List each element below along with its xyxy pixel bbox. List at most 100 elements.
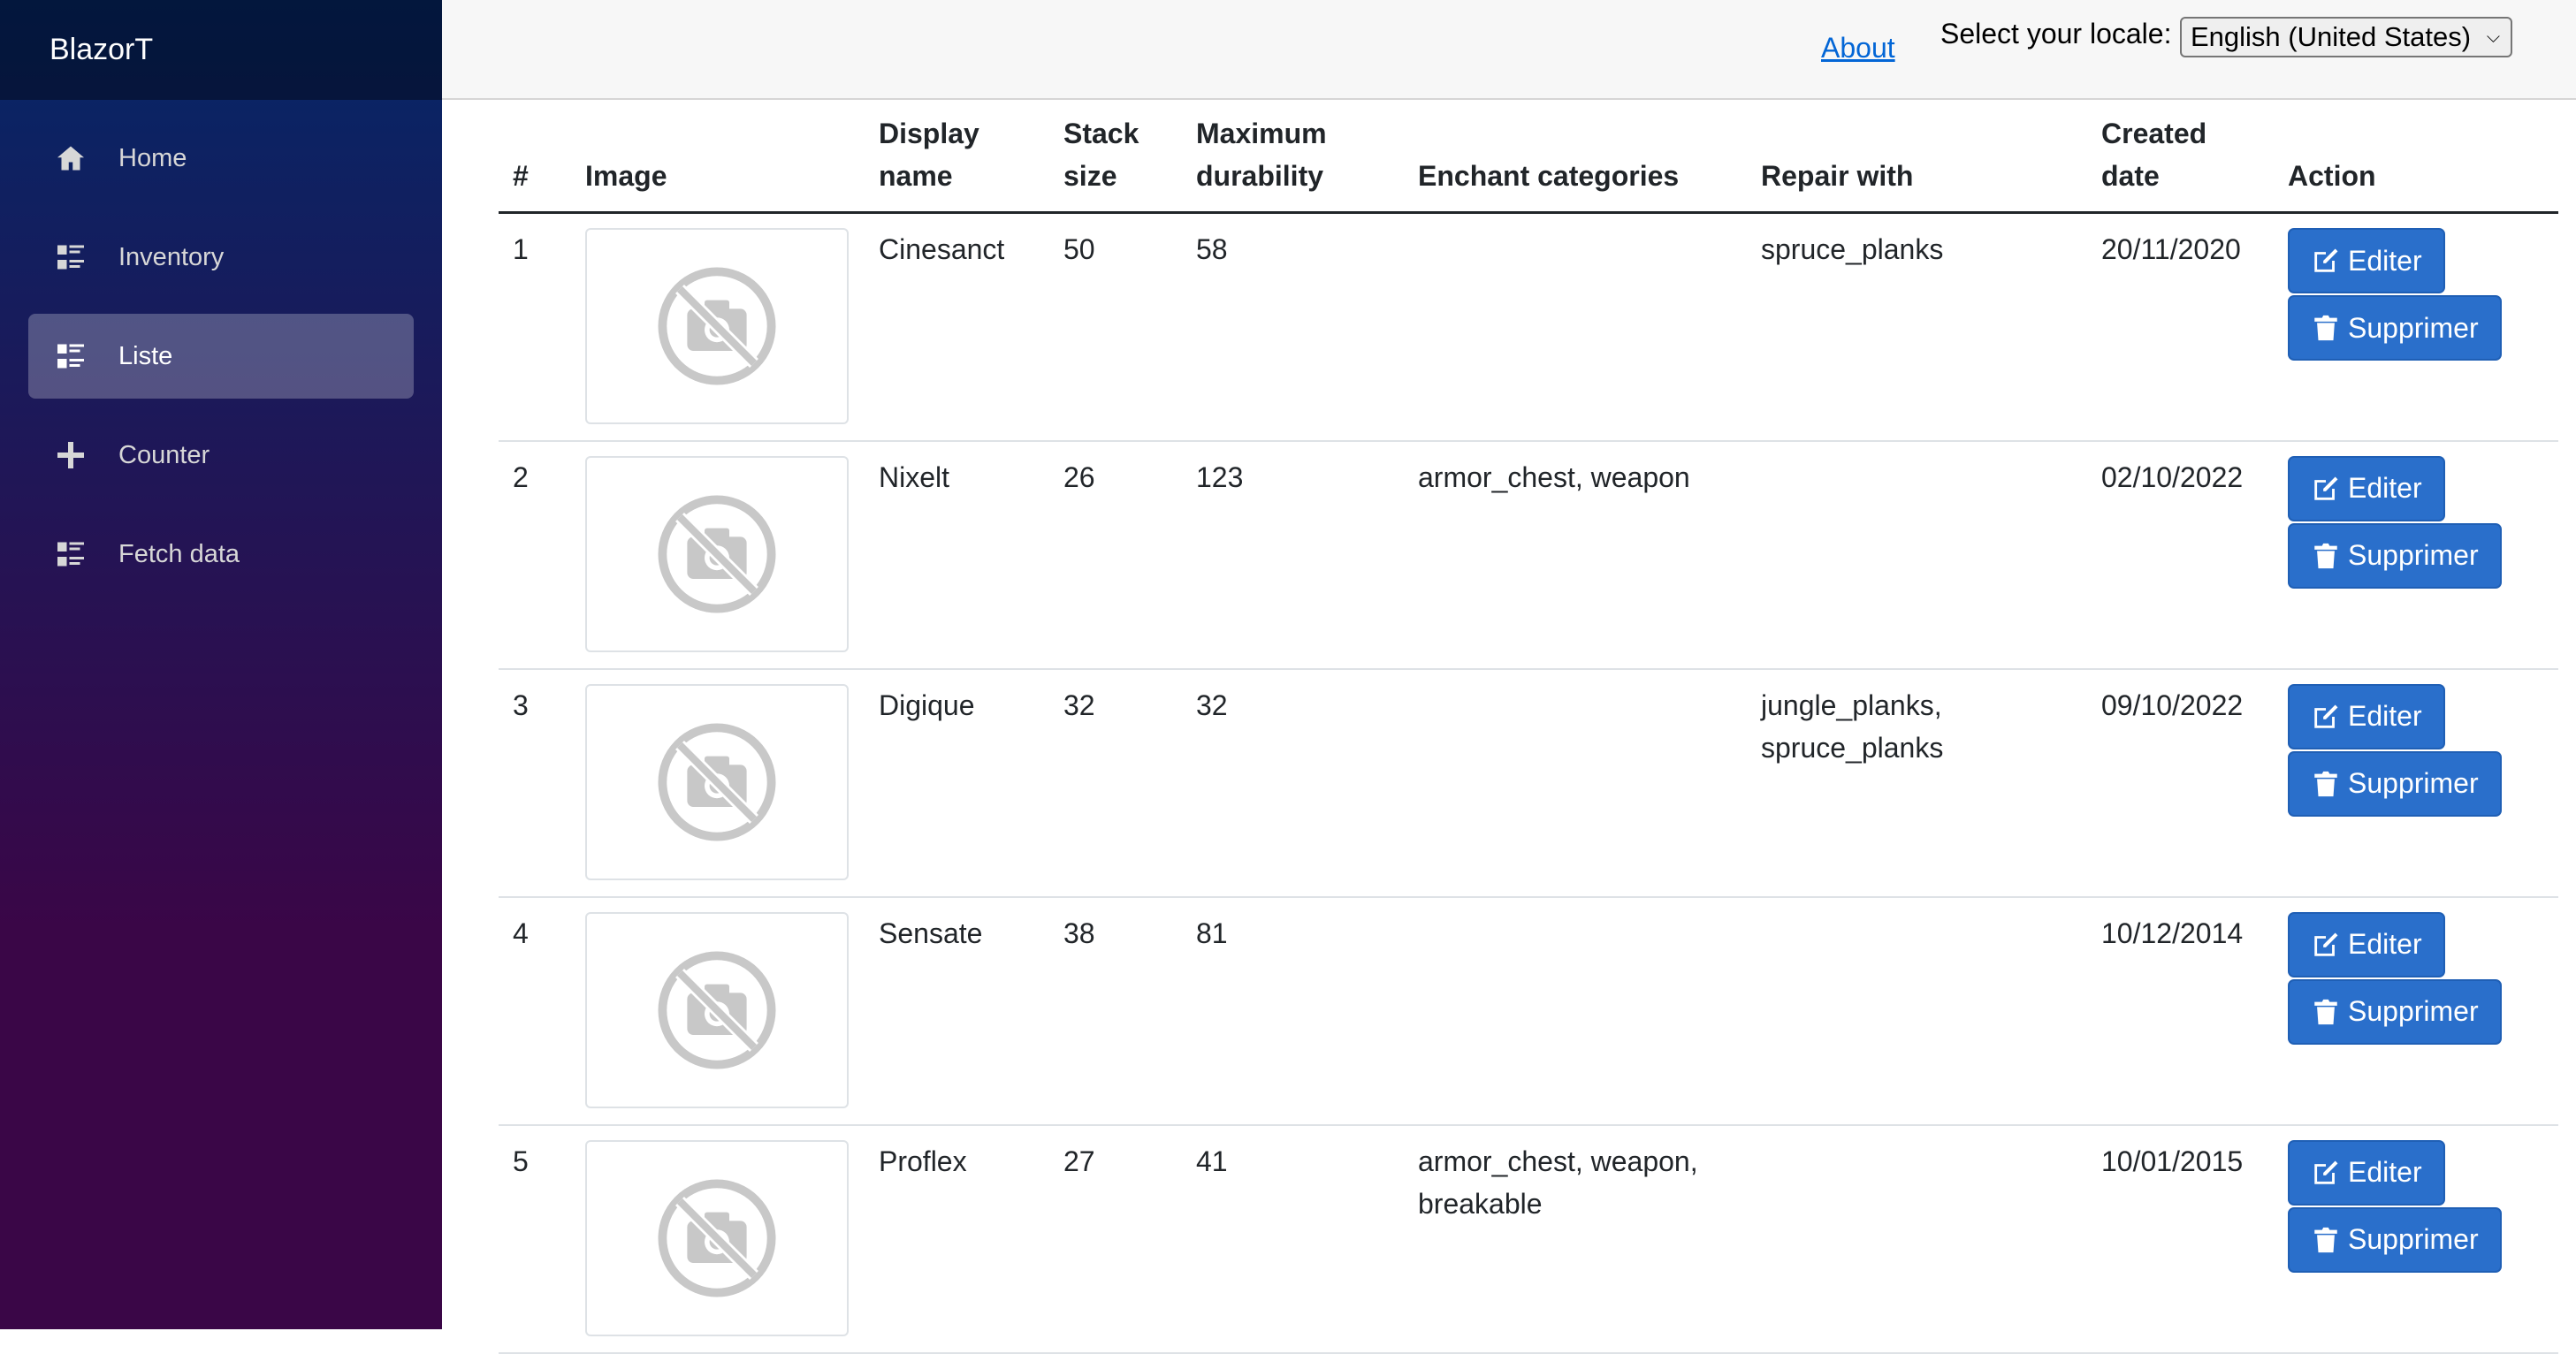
cell-image xyxy=(571,440,865,670)
trash-icon xyxy=(2314,1227,2337,1252)
cell-max-durability: 41 xyxy=(1182,1124,1404,1354)
no-photo-icon xyxy=(658,951,776,1069)
locale-select[interactable]: English (United States) ⌵ xyxy=(2180,17,2512,57)
cell-enchant-categories: armor_chest, weapon xyxy=(1404,440,1747,670)
cell-action: Editer Supprimer xyxy=(2274,1124,2558,1354)
table-row: 4 Sensate 38 81 10/12/2014 Editer Suppri… xyxy=(499,896,2558,1126)
header-action: Action xyxy=(2274,100,2558,214)
cell-created-date: 20/11/2020 xyxy=(2087,212,2274,442)
header-image: Image xyxy=(571,100,865,214)
list-rich-icon xyxy=(53,240,88,275)
trash-icon xyxy=(2314,771,2337,796)
cell-stack-size: 32 xyxy=(1049,668,1182,898)
cell-repair-with: jungle_planks, spruce_planks xyxy=(1747,668,2087,898)
image-placeholder xyxy=(585,911,849,1108)
sidebar: BlazorT Home Inventory Liste Counter Fet… xyxy=(0,0,442,1329)
cell-action: Editer Supprimer xyxy=(2274,440,2558,670)
cell-created-date: 10/12/2014 xyxy=(2087,896,2274,1126)
edit-button[interactable]: Editer xyxy=(2288,911,2445,977)
cell-enchant-categories xyxy=(1404,896,1747,1126)
cell-num: 5 xyxy=(499,1124,571,1354)
edit-button[interactable]: Editer xyxy=(2288,455,2445,521)
cell-image xyxy=(571,212,865,442)
cell-display-name: Digique xyxy=(865,668,1049,898)
sidebar-item-counter[interactable]: Counter xyxy=(28,413,414,498)
cell-image xyxy=(571,668,865,898)
edit-button[interactable]: Editer xyxy=(2288,1139,2445,1206)
sidebar-item-home[interactable]: Home xyxy=(28,116,414,201)
header-num: # xyxy=(499,100,571,214)
trash-icon xyxy=(2314,315,2337,341)
cell-stack-size: 38 xyxy=(1049,896,1182,1126)
cell-enchant-categories xyxy=(1404,212,1747,442)
locale-selected-value: English (United States) xyxy=(2191,21,2472,52)
delete-button-label: Supprimer xyxy=(2348,539,2479,571)
edit-button-label: Editer xyxy=(2348,700,2422,732)
header-max-durability: Maximum durability xyxy=(1182,100,1404,214)
cell-num: 3 xyxy=(499,668,571,898)
list-rich-icon xyxy=(53,536,88,572)
sidebar-item-fetch-data[interactable]: Fetch data xyxy=(28,512,414,597)
cell-image xyxy=(571,1124,865,1354)
delete-button-label: Supprimer xyxy=(2348,995,2479,1027)
no-photo-icon xyxy=(658,723,776,841)
cell-repair-with xyxy=(1747,440,2087,670)
sidebar-item-label: Home xyxy=(118,143,187,172)
about-link[interactable]: About xyxy=(1821,32,1895,65)
no-photo-icon xyxy=(658,1179,776,1297)
cell-max-durability: 123 xyxy=(1182,440,1404,670)
sidebar-item-label: Counter xyxy=(118,440,210,469)
edit-button-label: Editer xyxy=(2348,928,2422,960)
sidebar-item-label: Inventory xyxy=(118,242,225,271)
delete-button[interactable]: Supprimer xyxy=(2288,295,2502,361)
sidebar-item-liste[interactable]: Liste xyxy=(28,314,414,399)
cell-action: Editer Supprimer xyxy=(2274,896,2558,1126)
trash-icon xyxy=(2314,999,2337,1024)
edit-button-label: Editer xyxy=(2348,472,2422,504)
cell-display-name: Nixelt xyxy=(865,440,1049,670)
table-row: 2 Nixelt 26 123 armor_chest, weapon 02/1… xyxy=(499,440,2558,670)
cell-max-durability: 32 xyxy=(1182,668,1404,898)
edit-icon xyxy=(2314,1160,2338,1184)
cell-stack-size: 26 xyxy=(1049,440,1182,670)
edit-button[interactable]: Editer xyxy=(2288,683,2445,749)
edit-button-label: Editer xyxy=(2348,1156,2422,1188)
items-table-container: # Image Display name Stack size Maximum … xyxy=(499,100,2558,1354)
cell-max-durability: 81 xyxy=(1182,896,1404,1126)
cell-created-date: 10/01/2015 xyxy=(2087,1124,2274,1354)
delete-button[interactable]: Supprimer xyxy=(2288,978,2502,1045)
cell-repair-with: spruce_planks xyxy=(1747,212,2087,442)
sidebar-item-inventory[interactable]: Inventory xyxy=(28,215,414,300)
cell-action: Editer Supprimer xyxy=(2274,212,2558,442)
header-display-name: Display name xyxy=(865,100,1049,214)
items-table: # Image Display name Stack size Maximum … xyxy=(499,100,2558,1354)
table-header-row: # Image Display name Stack size Maximum … xyxy=(499,100,2558,214)
list-rich-icon xyxy=(53,338,88,374)
cell-enchant-categories: armor_chest, weapon, breakable xyxy=(1404,1124,1747,1354)
delete-button[interactable]: Supprimer xyxy=(2288,1206,2502,1273)
cell-stack-size: 50 xyxy=(1049,212,1182,442)
cell-num: 2 xyxy=(499,440,571,670)
delete-button[interactable]: Supprimer xyxy=(2288,750,2502,817)
table-row: 5 Proflex 27 41 armor_chest, weapon, bre… xyxy=(499,1124,2558,1354)
cell-num: 1 xyxy=(499,212,571,442)
image-placeholder xyxy=(585,683,849,880)
delete-button-label: Supprimer xyxy=(2348,767,2479,799)
cell-action: Editer Supprimer xyxy=(2274,668,2558,898)
sidebar-item-label: Liste xyxy=(118,341,173,370)
trash-icon xyxy=(2314,543,2337,568)
delete-button[interactable]: Supprimer xyxy=(2288,522,2502,589)
header-repair-with: Repair with xyxy=(1747,100,2087,214)
cell-max-durability: 58 xyxy=(1182,212,1404,442)
edit-button[interactable]: Editer xyxy=(2288,228,2445,293)
image-placeholder xyxy=(585,455,849,652)
no-photo-icon xyxy=(658,267,776,385)
plus-icon xyxy=(53,437,88,473)
header-created-date: Created date xyxy=(2087,100,2274,214)
delete-button-label: Supprimer xyxy=(2348,311,2479,344)
cell-enchant-categories xyxy=(1404,668,1747,898)
edit-icon xyxy=(2314,248,2338,272)
cell-repair-with xyxy=(1747,896,2087,1126)
brand-title[interactable]: BlazorT xyxy=(0,0,442,100)
image-placeholder xyxy=(585,228,849,424)
